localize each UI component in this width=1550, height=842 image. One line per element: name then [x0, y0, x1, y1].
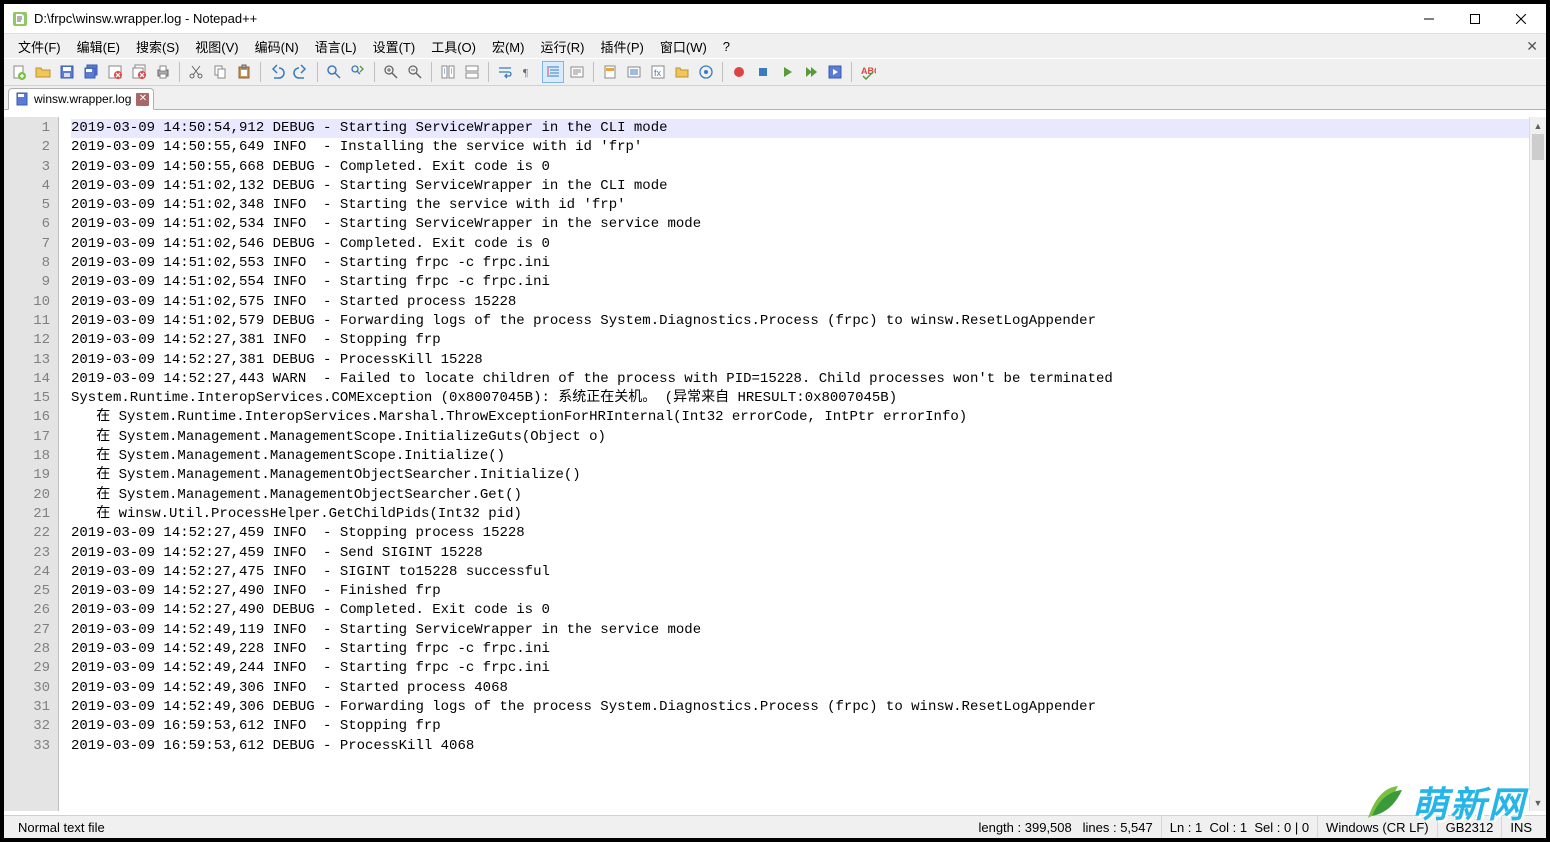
redo-icon[interactable] — [290, 61, 312, 83]
close-file-icon[interactable] — [104, 61, 126, 83]
app-icon — [12, 11, 28, 27]
toolbar-separator — [431, 62, 432, 82]
menu-plugins[interactable]: 插件(P) — [593, 34, 652, 59]
new-file-icon[interactable] — [8, 61, 30, 83]
menu-help[interactable]: ? — [715, 36, 738, 57]
minimize-button[interactable] — [1406, 5, 1452, 33]
user-lang-icon[interactable] — [566, 61, 588, 83]
tab-label: winsw.wrapper.log — [34, 92, 131, 106]
undo-icon[interactable] — [266, 61, 288, 83]
svg-text:fx: fx — [654, 68, 662, 78]
title-bar: D:\frpc\winsw.wrapper.log - Notepad++ — [4, 4, 1546, 34]
save-macro-icon[interactable] — [824, 61, 846, 83]
window-controls — [1406, 5, 1544, 33]
print-icon[interactable] — [152, 61, 174, 83]
toolbar-separator — [374, 62, 375, 82]
scroll-thumb[interactable] — [1532, 134, 1544, 160]
tab-close-icon[interactable]: ✕ — [136, 93, 149, 106]
maximize-button[interactable] — [1452, 5, 1498, 33]
close-button[interactable] — [1498, 5, 1544, 33]
folder-workspace-icon[interactable] — [671, 61, 693, 83]
play-macro-icon[interactable] — [776, 61, 798, 83]
sync-vscroll-icon[interactable] — [437, 61, 459, 83]
status-bar: Normal text file length : 399,508 lines … — [4, 815, 1546, 838]
sync-hscroll-icon[interactable] — [461, 61, 483, 83]
zoom-out-icon[interactable] — [404, 61, 426, 83]
menu-edit[interactable]: 编辑(E) — [69, 34, 128, 59]
window-title: D:\frpc\winsw.wrapper.log - Notepad++ — [34, 11, 1406, 26]
menu-settings[interactable]: 设置(T) — [365, 34, 424, 59]
scroll-down-icon[interactable]: ▼ — [1530, 794, 1546, 811]
status-length: length : 399,508 lines : 5,547 — [970, 816, 1161, 838]
toolbar-separator — [851, 62, 852, 82]
scroll-track[interactable] — [1530, 134, 1546, 794]
toolbar-separator — [260, 62, 261, 82]
toolbar-separator — [593, 62, 594, 82]
status-filetype: Normal text file — [10, 816, 150, 838]
menu-language[interactable]: 语言(L) — [307, 34, 365, 59]
menu-search[interactable]: 搜索(S) — [128, 34, 187, 59]
wordwrap-icon[interactable] — [494, 61, 516, 83]
copy-icon[interactable] — [209, 61, 231, 83]
scroll-up-icon[interactable]: ▲ — [1530, 117, 1546, 134]
toolbar-separator — [722, 62, 723, 82]
menu-run[interactable]: 运行(R) — [532, 34, 592, 59]
toolbar-separator — [317, 62, 318, 82]
editor-area: 1234567891011121314151617181920212223242… — [4, 117, 1546, 811]
spellcheck-icon[interactable]: ABC — [857, 61, 879, 83]
vertical-scrollbar[interactable]: ▲ ▼ — [1529, 117, 1546, 811]
cut-icon[interactable] — [185, 61, 207, 83]
file-icon — [15, 92, 29, 106]
menu-file[interactable]: 文件(F) — [10, 34, 69, 59]
menu-window[interactable]: 窗口(W) — [652, 34, 715, 59]
doc-list-icon[interactable] — [623, 61, 645, 83]
watermark: 萌新网 — [1358, 776, 1526, 828]
leaf-icon — [1358, 778, 1406, 826]
toolbar: ¶ fx ABC — [4, 58, 1546, 86]
menu-bar: 文件(F) 编辑(E) 搜索(S) 视图(V) 编码(N) 语言(L) 设置(T… — [4, 34, 1546, 58]
save-icon[interactable] — [56, 61, 78, 83]
open-file-icon[interactable] — [32, 61, 54, 83]
record-macro-icon[interactable] — [728, 61, 750, 83]
find-icon[interactable] — [323, 61, 345, 83]
paste-icon[interactable] — [233, 61, 255, 83]
tab-strip: winsw.wrapper.log ✕ — [4, 86, 1546, 110]
zoom-in-icon[interactable] — [380, 61, 402, 83]
status-position: Ln : 1 Col : 1 Sel : 0 | 0 — [1162, 816, 1318, 838]
tab-active[interactable]: winsw.wrapper.log ✕ — [8, 88, 154, 110]
menu-encoding[interactable]: 编码(N) — [247, 34, 307, 59]
doc-map-icon[interactable] — [599, 61, 621, 83]
svg-text:¶: ¶ — [523, 67, 528, 79]
save-all-icon[interactable] — [80, 61, 102, 83]
menu-tools[interactable]: 工具(O) — [423, 34, 484, 59]
toolbar-separator — [179, 62, 180, 82]
line-number-gutter: 1234567891011121314151617181920212223242… — [4, 117, 59, 811]
function-list-icon[interactable]: fx — [647, 61, 669, 83]
toolbar-separator — [488, 62, 489, 82]
show-all-chars-icon[interactable]: ¶ — [518, 61, 540, 83]
indent-guide-icon[interactable] — [542, 61, 564, 83]
svg-text:ABC: ABC — [861, 66, 876, 76]
play-multi-icon[interactable] — [800, 61, 822, 83]
close-all-icon[interactable] — [128, 61, 150, 83]
menu-macro[interactable]: 宏(M) — [484, 34, 533, 59]
replace-icon[interactable] — [347, 61, 369, 83]
code-editor[interactable]: 2019-03-09 14:50:54,912 DEBUG - Starting… — [59, 117, 1529, 811]
menu-view[interactable]: 视图(V) — [187, 34, 246, 59]
document-close-icon[interactable]: ✕ — [1526, 38, 1538, 55]
watermark-text: 萌新网 — [1412, 776, 1526, 828]
monitoring-icon[interactable] — [695, 61, 717, 83]
stop-macro-icon[interactable] — [752, 61, 774, 83]
